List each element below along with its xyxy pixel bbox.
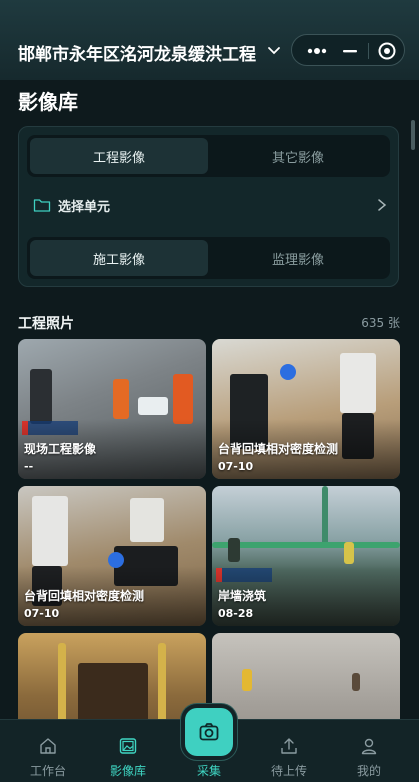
photo-tile[interactable]: 现场工程影像 -- bbox=[18, 339, 206, 479]
capture-button[interactable] bbox=[185, 708, 233, 756]
photo-date: 07-10 bbox=[218, 460, 254, 473]
tab-label: 工作台 bbox=[29, 764, 66, 778]
photo-figure bbox=[173, 374, 193, 424]
photo-caption: 台背回填相对密度检测 bbox=[24, 589, 145, 603]
photo-figure bbox=[130, 498, 164, 542]
photo-caption: 岸墙浇筑 bbox=[218, 589, 267, 603]
select-unit-row[interactable]: 选择单元 bbox=[33, 193, 388, 217]
image-icon bbox=[119, 738, 137, 754]
photo-caption: 台背回填相对密度检测 bbox=[218, 442, 339, 456]
tab-construction-images[interactable]: 施工影像 bbox=[30, 240, 208, 276]
photo-figure bbox=[280, 364, 296, 380]
scrollbar[interactable] bbox=[411, 120, 415, 150]
tab-workbench[interactable]: 工作台 bbox=[13, 736, 83, 780]
tab-profile[interactable]: 我的 bbox=[334, 736, 404, 780]
nav-bar: 邯郸市永年区洺河龙泉缓洪工程 bbox=[0, 0, 419, 80]
photo-figure bbox=[78, 663, 148, 719]
photo-tile[interactable]: 岸墙浇筑 08-28 bbox=[212, 486, 400, 626]
user-icon bbox=[361, 738, 377, 755]
photo-figure bbox=[32, 496, 68, 566]
capsule-divider bbox=[368, 43, 369, 59]
photo-figure bbox=[212, 542, 400, 548]
photo-figure bbox=[340, 353, 376, 413]
photo-date: -- bbox=[24, 460, 34, 473]
photo-figure bbox=[138, 397, 168, 415]
home-icon bbox=[40, 738, 56, 754]
photo-figure bbox=[113, 379, 129, 419]
filter-card: 工程影像 其它影像 选择单元 施工影像 监理影像 bbox=[18, 126, 399, 287]
project-title[interactable]: 邯郸市永年区洺河龙泉缓洪工程 bbox=[18, 40, 256, 65]
upload-icon bbox=[281, 738, 297, 754]
folder-icon bbox=[33, 199, 51, 212]
image-type-segment: 工程影像 其它影像 bbox=[27, 135, 390, 177]
tab-label: 影像库 bbox=[109, 764, 146, 778]
close-capsule-icon[interactable] bbox=[378, 42, 396, 60]
photo-figure bbox=[352, 673, 360, 691]
photo-tile[interactable] bbox=[212, 633, 400, 719]
photo-count: 635 张 bbox=[361, 316, 400, 330]
capture-label[interactable]: 采集 bbox=[185, 762, 233, 779]
photo-figure bbox=[242, 669, 252, 691]
photo-figure bbox=[58, 643, 66, 719]
photo-date: 07-10 bbox=[24, 607, 60, 620]
photo-tile[interactable] bbox=[18, 633, 206, 719]
more-icon[interactable] bbox=[306, 43, 328, 59]
tab-label: 待上传 bbox=[270, 764, 307, 778]
photo-tile[interactable]: 台背回填相对密度检测 07-10 bbox=[18, 486, 206, 626]
photo-figure bbox=[344, 542, 354, 564]
select-unit-label: 选择单元 bbox=[58, 199, 111, 215]
tab-other-images[interactable]: 其它影像 bbox=[209, 138, 387, 174]
tab-supervision-images[interactable]: 监理影像 bbox=[209, 240, 387, 276]
chevron-down-icon[interactable] bbox=[266, 42, 282, 58]
photo-caption: 现场工程影像 bbox=[24, 442, 97, 456]
camera-icon bbox=[199, 723, 219, 741]
tab-image-library[interactable]: 影像库 bbox=[93, 736, 163, 780]
photo-figure bbox=[30, 369, 52, 424]
photo-tile[interactable]: 台背回填相对密度检测 07-10 bbox=[212, 339, 400, 479]
tab-pending-upload[interactable]: 待上传 bbox=[254, 736, 324, 780]
photo-date: 08-28 bbox=[218, 607, 254, 620]
photo-figure bbox=[322, 486, 328, 546]
photo-figure bbox=[228, 538, 240, 562]
photo-figure bbox=[158, 643, 166, 719]
tab-project-images[interactable]: 工程影像 bbox=[30, 138, 208, 174]
section-title: 工程照片 bbox=[18, 316, 74, 332]
mini-program-capsule bbox=[291, 34, 405, 66]
tab-label: 我的 bbox=[356, 764, 381, 778]
minimize-icon[interactable] bbox=[342, 43, 358, 59]
page-title: 影像库 bbox=[18, 90, 78, 114]
photo-grid: 现场工程影像 -- 台背回填相对密度检测 07-10 台背回填相对密度检测 07… bbox=[18, 339, 401, 719]
chevron-right-icon bbox=[378, 199, 387, 211]
image-source-segment: 施工影像 监理影像 bbox=[27, 237, 390, 279]
